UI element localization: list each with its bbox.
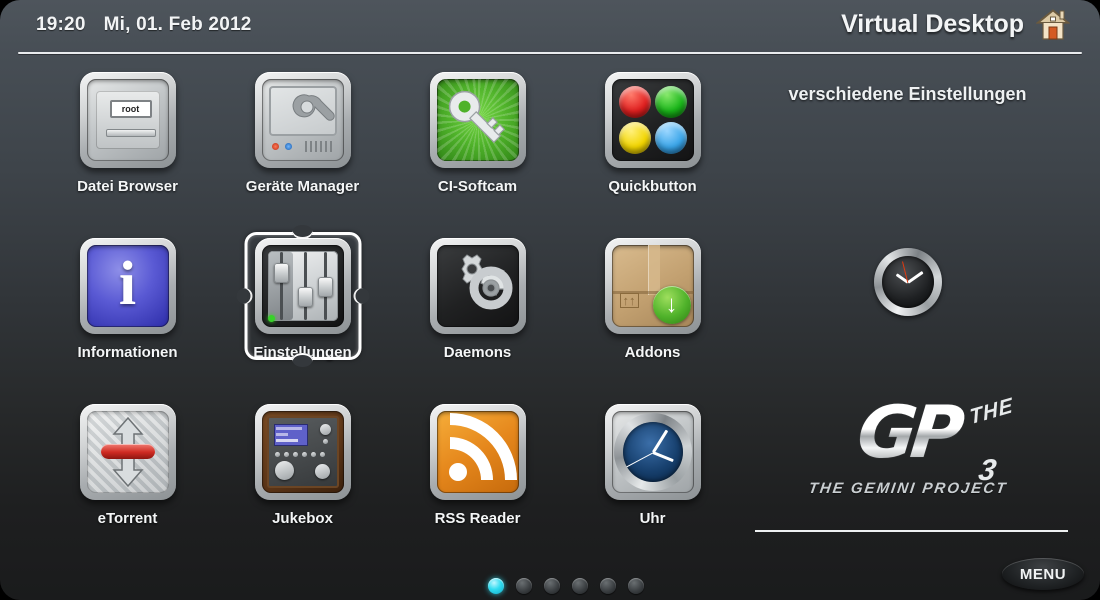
- application-grid: root Datei Browser Geräte Manager CI-Sof…: [40, 72, 740, 552]
- file-browser-icon: root: [79, 72, 176, 168]
- page-dot[interactable]: [516, 578, 532, 594]
- quickbutton-icon: [604, 72, 701, 168]
- page-dot[interactable]: [628, 578, 644, 594]
- gears-icon: [429, 238, 526, 334]
- key-icon: [429, 72, 526, 168]
- grid-item-addons[interactable]: ↑↑ ↓ Addons: [565, 238, 740, 398]
- device-manager-icon: [254, 72, 351, 168]
- clock-date-group: 19:20 Mi, 01. Feb 2012: [36, 14, 252, 36]
- grid-item-label: Einstellungen: [253, 344, 352, 361]
- grid-item-label: eTorrent: [97, 510, 158, 527]
- grid-item-label: Datei Browser: [77, 178, 178, 195]
- info-glyph: i: [118, 250, 137, 318]
- grid-item-label: Addons: [624, 344, 681, 361]
- grid-item-jukebox[interactable]: Jukebox: [215, 404, 390, 564]
- page-title: Virtual Desktop: [841, 9, 1024, 38]
- home-icon[interactable]: [1035, 8, 1071, 40]
- header-bar: 19:20 Mi, 01. Feb 2012 Virtual Desktop: [0, 0, 1100, 54]
- file-browser-root-badge: root: [109, 100, 152, 118]
- jukebox-icon: [254, 404, 351, 500]
- grid-item-daemons[interactable]: Daemons: [390, 238, 565, 398]
- settings-sliders-icon: [254, 238, 351, 334]
- detail-panel: verschiedene Einstellungen GP THE 3 THE …: [745, 72, 1070, 552]
- clock-time: 19:20: [36, 14, 86, 35]
- page-dot[interactable]: [544, 578, 560, 594]
- grid-item-datei-browser[interactable]: root Datei Browser: [40, 72, 215, 232]
- grid-item-ci-softcam[interactable]: CI-Softcam: [390, 72, 565, 232]
- etorrent-icon: [79, 404, 176, 500]
- header-divider: [18, 52, 1082, 54]
- clock-date: Mi, 01. Feb 2012: [103, 14, 252, 35]
- grid-item-label: Uhr: [639, 510, 666, 527]
- grid-item-einstellungen[interactable]: Einstellungen: [215, 225, 390, 398]
- grid-item-label: Daemons: [443, 344, 512, 361]
- gemini-project-logo: GP THE 3 THE GEMINI PROJECT: [780, 390, 1036, 502]
- rss-icon: [429, 404, 526, 500]
- grid-item-label: Quickbutton: [608, 178, 697, 195]
- selection-description: verschiedene Einstellungen: [788, 84, 1027, 104]
- info-icon: i: [79, 238, 176, 334]
- app-title-group: Virtual Desktop: [841, 8, 1071, 40]
- grid-item-label: Jukebox: [272, 510, 333, 527]
- grid-item-label: Geräte Manager: [245, 178, 360, 195]
- grid-item-etorrent[interactable]: eTorrent: [40, 404, 215, 564]
- grid-item-geraete-manager[interactable]: Geräte Manager: [215, 72, 390, 232]
- page-dot[interactable]: [572, 578, 588, 594]
- grid-item-label: RSS Reader: [434, 510, 521, 527]
- download-arrow-icon: ↓: [652, 286, 691, 324]
- page-dot[interactable]: [600, 578, 616, 594]
- page-indicator[interactable]: [488, 578, 644, 594]
- grid-item-informationen[interactable]: i Informationen: [40, 238, 215, 398]
- grid-item-uhr[interactable]: Uhr: [565, 404, 740, 564]
- menu-button[interactable]: MENU: [1002, 558, 1084, 590]
- analog-clock-icon: [873, 248, 942, 316]
- grid-item-label: Informationen: [77, 344, 178, 361]
- page-dot[interactable]: [488, 578, 504, 594]
- grid-item-rss-reader[interactable]: RSS Reader: [390, 404, 565, 564]
- package-download-icon: ↑↑ ↓: [604, 238, 701, 334]
- logo-subtitle: THE GEMINI PROJECT: [807, 480, 1008, 497]
- grid-item-label: CI-Softcam: [437, 178, 518, 195]
- virtual-desktop-screen: 19:20 Mi, 01. Feb 2012 Virtual Desktop r…: [0, 0, 1100, 600]
- grid-item-quickbutton[interactable]: Quickbutton: [565, 72, 740, 232]
- detail-panel-divider: [755, 530, 1068, 532]
- clock-icon: [604, 404, 701, 500]
